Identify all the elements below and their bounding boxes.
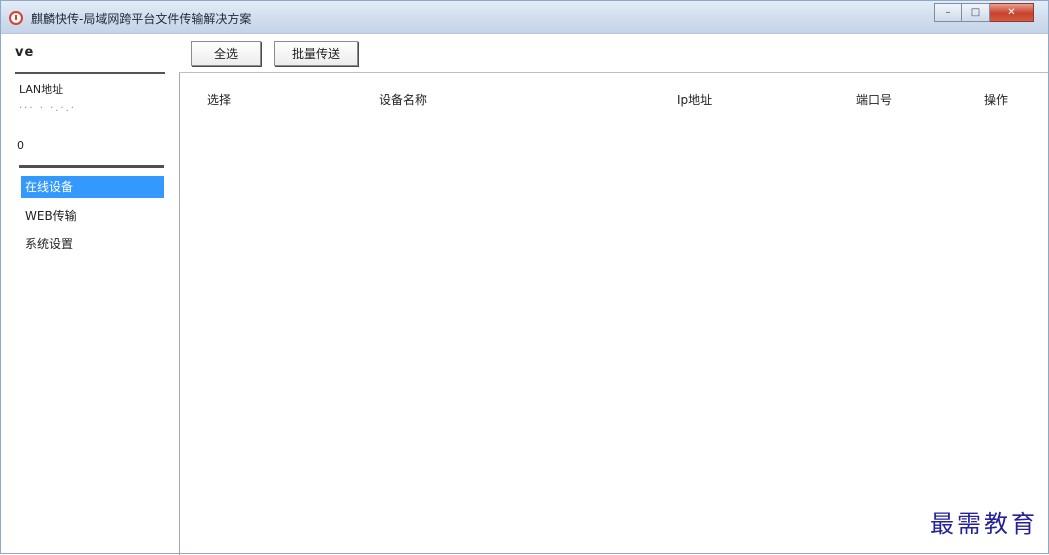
title-bar[interactable]: 麒麟快传-局域网跨平台文件传输解决方案 – □ ✕ [1,1,1048,34]
minimize-icon: – [945,7,951,18]
close-icon: ✕ [1007,7,1016,18]
watermark: 最需教育 [930,510,1038,538]
column-header-device-name[interactable]: 设备名称 [379,91,427,108]
sidebar-item-web-transfer[interactable]: WEB传输 [21,205,164,227]
column-header-action[interactable]: 操作 [984,91,1008,108]
app-logo-icon [9,11,23,25]
close-button[interactable]: ✕ [990,3,1034,22]
window-title: 麒麟快传-局域网跨平台文件传输解决方案 [31,12,252,26]
toolbar-separator [179,72,1048,73]
batch-send-button[interactable]: 批量传送 [274,41,358,66]
lan-address-label: LAN地址 [19,83,64,96]
column-header-select[interactable]: 选择 [207,91,231,108]
select-all-button[interactable]: 全选 [191,41,261,66]
sidebar: LAN地址 ··· · ·.·.· 0 在线设备 WEB传输 系统设置 [1,75,171,555]
column-header-ip-address[interactable]: Ip地址 [677,91,712,108]
maximize-button[interactable]: □ [962,3,990,22]
device-underline [15,72,165,74]
device-name-text: ve [15,45,35,60]
window-controls: – □ ✕ [934,3,1034,23]
maximize-icon: □ [970,7,981,18]
sidebar-separator [19,165,164,168]
sidebar-item-system-settings[interactable]: 系统设置 [21,233,164,255]
device-name-label: ve [15,45,34,60]
app-window: 麒麟快传-局域网跨平台文件传输解决方案 – □ ✕ ve 全选 批量传送 LAN… [0,0,1049,555]
sidebar-item-online-devices[interactable]: 在线设备 [21,176,164,198]
device-count: 0 [17,139,24,152]
lan-address-value: ··· · ·.·.· [19,103,76,114]
minimize-button[interactable]: – [934,3,962,22]
pane-divider[interactable] [179,73,180,555]
column-header-port[interactable]: 端口号 [856,91,892,108]
